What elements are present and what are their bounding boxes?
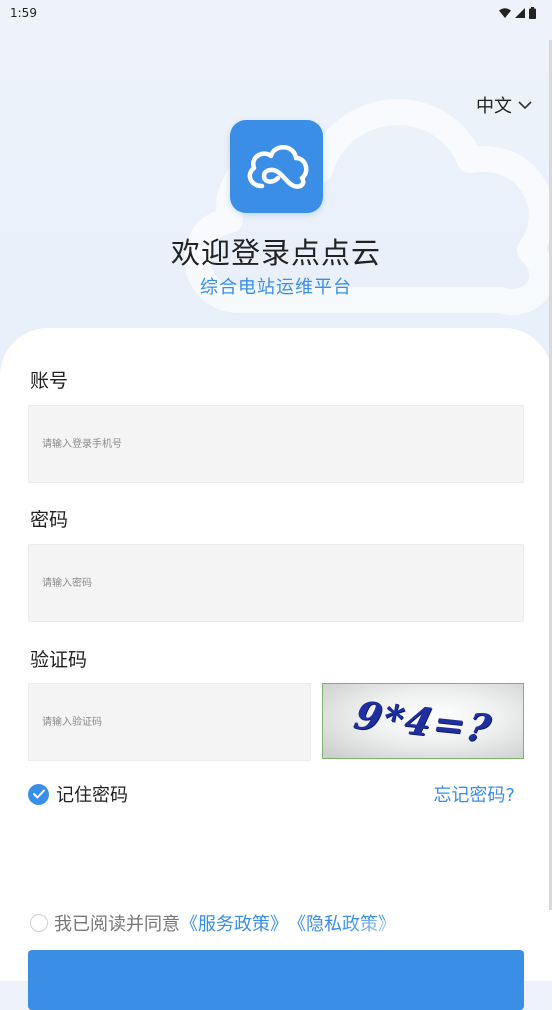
captcha-field-container[interactable] — [28, 683, 311, 761]
password-input[interactable] — [40, 576, 523, 590]
agreement-prefix: 我已阅读并同意 — [54, 914, 180, 935]
welcome-subtitle: 综合电站运维平台 — [200, 277, 352, 298]
status-icons — [499, 7, 536, 19]
checkbox-checked-icon[interactable] — [28, 783, 49, 805]
language-selector[interactable]: 中文 — [476, 92, 532, 118]
cloud-logo-icon — [247, 144, 308, 189]
app-logo — [230, 120, 323, 213]
status-time: 1:59 — [10, 6, 37, 20]
service-policy-link[interactable]: 《服务政策》 — [180, 910, 288, 936]
password-label: 密码 — [30, 509, 69, 531]
chevron-down-icon — [518, 101, 532, 110]
remember-password-toggle[interactable]: 记住密码 — [28, 781, 128, 807]
wifi-icon — [499, 8, 511, 18]
captcha-input[interactable] — [40, 715, 310, 729]
account-input[interactable] — [40, 437, 523, 451]
remember-password-label: 记住密码 — [56, 785, 128, 806]
status-bar: 1:59 — [0, 0, 552, 26]
agreement-row: 我已阅读并同意 《服务政策》 《隐私政策》 — [30, 910, 396, 936]
agreement-radio[interactable] — [30, 914, 48, 932]
battery-icon — [529, 7, 536, 19]
language-label: 中文 — [476, 96, 512, 117]
welcome-title: 欢迎登录点点云 — [170, 236, 381, 270]
captcha-image[interactable]: 9*4=? — [322, 683, 524, 759]
account-label: 账号 — [30, 370, 69, 392]
signal-icon — [515, 8, 525, 18]
password-field-container[interactable] — [28, 544, 524, 622]
privacy-policy-link[interactable]: 《隐私政策》 — [288, 910, 396, 936]
forgot-password-link[interactable]: 忘记密码? — [433, 781, 515, 807]
captcha-image-text: 9*4=? — [349, 691, 497, 751]
captcha-label: 验证码 — [30, 649, 88, 671]
login-button[interactable] — [28, 950, 524, 1010]
account-field-container[interactable] — [28, 405, 524, 483]
